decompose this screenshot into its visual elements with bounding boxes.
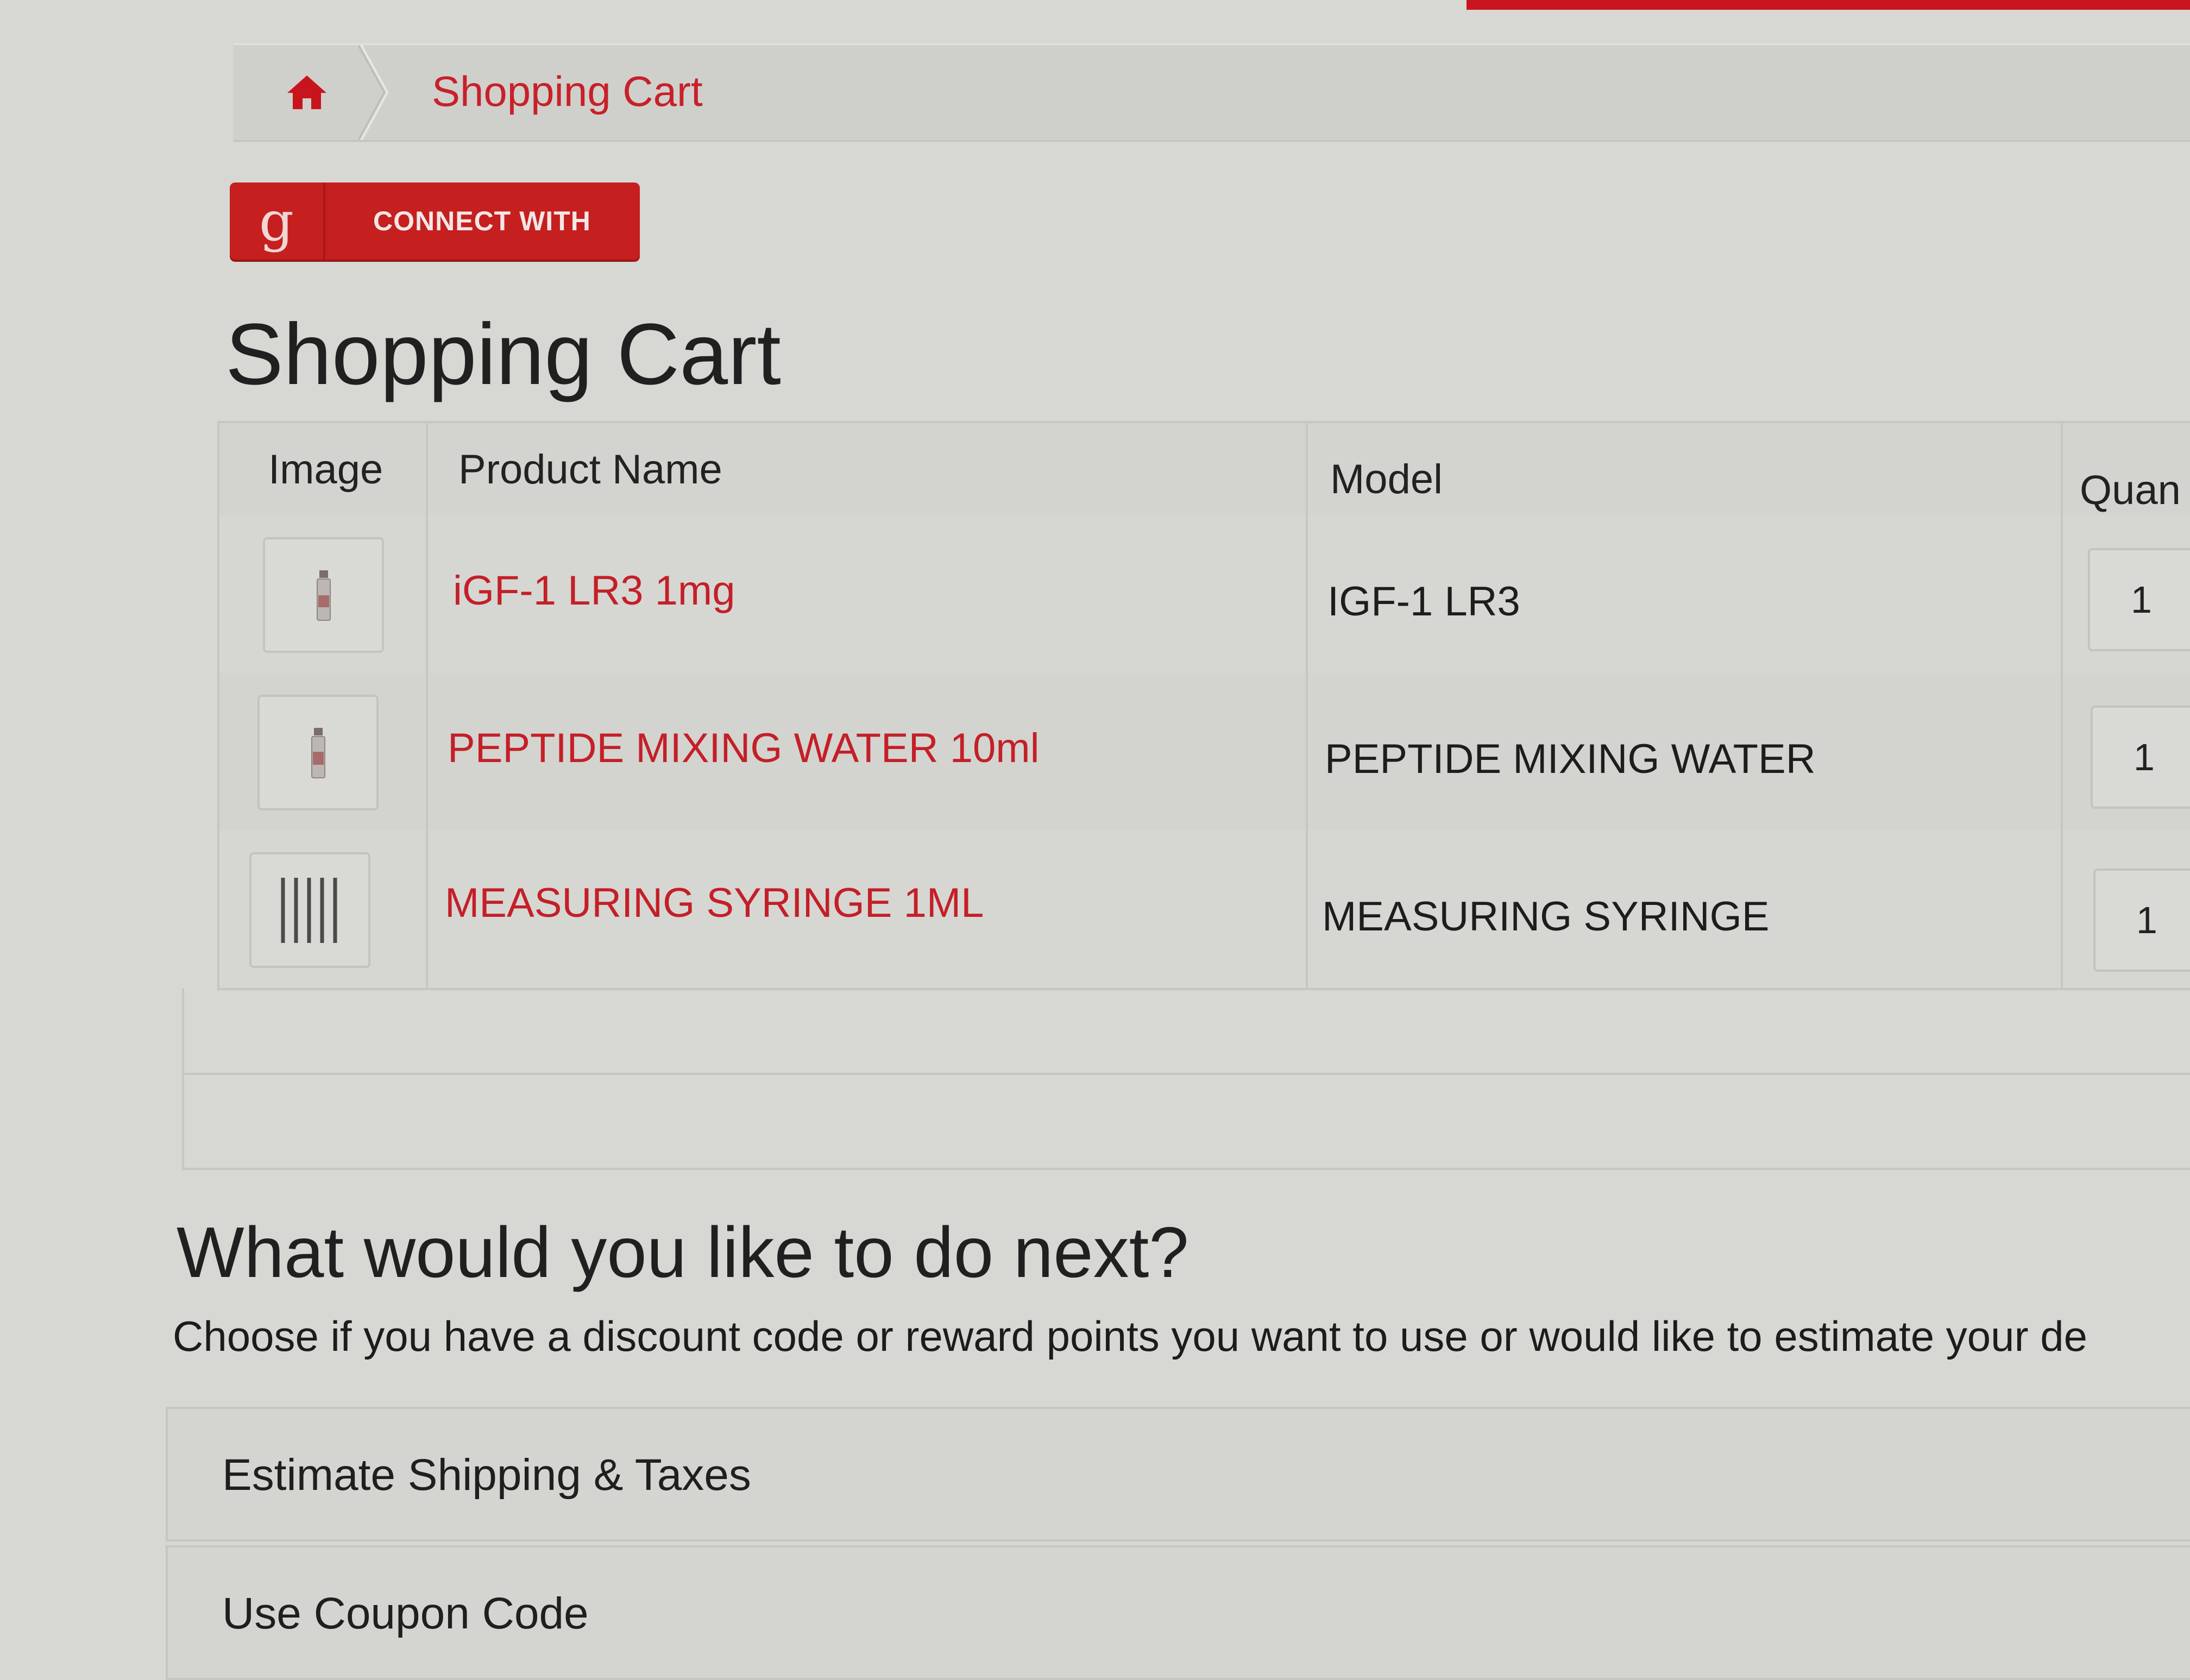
cart-totals-area [182,989,2190,1171]
cart-table: Image Product Name Model Quan iGF-1 LR3 … [217,421,2190,991]
table-header-row: Image Product Name Model Quan [219,423,2190,518]
next-steps-description: Choose if you have a discount code or re… [173,1312,2087,1360]
quantity-input[interactable]: 1 [2088,548,2190,651]
column-divider [1306,423,1308,988]
column-header-image: Image [268,446,383,493]
syringe-icon [281,877,337,943]
product-name-link[interactable]: iGF-1 LR3 1mg [453,567,735,614]
panel-title-use-coupon[interactable]: Use Coupon Code [222,1588,589,1639]
breadcrumb-separator [358,45,391,140]
product-thumbnail[interactable] [249,852,370,968]
product-name-link[interactable]: MEASURING SYRINGE 1ML [445,879,984,927]
table-row: MEASURING SYRINGE 1ML MEASURING SYRINGE … [219,830,2190,990]
connect-with-google-button[interactable]: g CONNECT WITH [230,183,640,260]
google-icon: g [230,183,325,260]
table-row: PEPTIDE MIXING WATER 10ml PEPTIDE MIXING… [219,673,2190,833]
quantity-input[interactable]: 1 [2093,869,2190,972]
top-accent-bar [1467,0,2190,10]
breadcrumb: Shopping Cart [234,43,2190,142]
column-divider [2061,423,2063,988]
vial-icon [311,727,325,778]
home-icon[interactable] [285,73,329,111]
page: Shopping Cart g CONNECT WITH Shopping Ca… [0,0,2190,1680]
product-name-link[interactable]: PEPTIDE MIXING WATER 10ml [448,725,1039,772]
product-model: MEASURING SYRINGE [1322,894,1770,940]
column-header-model: Model [1330,456,1443,502]
column-divider [426,423,428,988]
product-thumbnail[interactable] [263,537,384,653]
product-thumbnail[interactable] [257,695,379,810]
product-model: IGF-1 LR3 [1327,578,1520,625]
column-header-product-name: Product Name [458,446,722,493]
product-model: PEPTIDE MIXING WATER [1325,736,1816,782]
panel-estimate-shipping[interactable]: Estimate Shipping & Taxes [166,1407,2190,1541]
vial-icon [316,570,331,621]
panel-use-coupon[interactable]: Use Coupon Code [166,1545,2190,1680]
divider [184,1168,2190,1170]
connect-with-label: CONNECT WITH [373,206,591,236]
page-title: Shopping Cart [225,305,781,402]
breadcrumb-shopping-cart[interactable]: Shopping Cart [432,67,703,116]
column-header-quantity: Quan [2080,467,2181,513]
divider [184,1073,2190,1075]
quantity-input[interactable]: 1 [2091,706,2190,809]
next-steps-heading: What would you like to do next? [177,1212,1189,1292]
table-row: iGF-1 LR3 1mg IGF-1 LR3 1 [219,515,2190,675]
panel-title-estimate-shipping[interactable]: Estimate Shipping & Taxes [222,1450,751,1501]
